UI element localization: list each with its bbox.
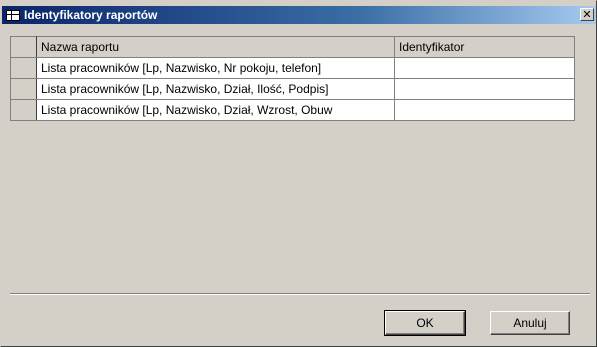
divider	[10, 293, 590, 295]
table-row: Lista pracowników [Lp, Nazwisko, Nr poko…	[10, 57, 575, 79]
table-icon	[6, 9, 20, 21]
row-selector[interactable]	[10, 99, 37, 121]
column-header-report-name[interactable]: Nazwa raportu	[36, 36, 395, 58]
title-bar[interactable]: Identyfikatory raportów ✕	[2, 6, 596, 24]
close-icon: ✕	[582, 9, 592, 21]
report-grid: Nazwa raportu Identyfikator Lista pracow…	[10, 36, 575, 121]
column-header-identifier[interactable]: Identyfikator	[394, 36, 575, 58]
report-grid-area: Nazwa raportu Identyfikator Lista pracow…	[10, 36, 590, 293]
cancel-button[interactable]: Anuluj	[490, 311, 570, 335]
table-row: Lista pracowników [Lp, Nazwisko, Dział, …	[10, 78, 575, 100]
ok-button[interactable]: OK	[384, 310, 466, 336]
report-name-cell[interactable]: Lista pracowników [Lp, Nazwisko, Nr poko…	[36, 57, 395, 79]
table-row: Lista pracowników [Lp, Nazwisko, Dział, …	[10, 99, 575, 121]
identifier-cell[interactable]	[394, 57, 575, 79]
close-button[interactable]: ✕	[580, 8, 594, 21]
report-ids-dialog: Identyfikatory raportów ✕ Nazwa raportu …	[0, 0, 597, 347]
row-selector-header[interactable]	[10, 36, 37, 58]
identifier-cell[interactable]	[394, 99, 575, 121]
window-title: Identyfikatory raportów	[24, 8, 158, 22]
grid-header-row: Nazwa raportu Identyfikator	[10, 36, 575, 58]
identifier-cell[interactable]	[394, 78, 575, 100]
row-selector[interactable]	[10, 57, 37, 79]
report-name-cell[interactable]: Lista pracowników [Lp, Nazwisko, Dział, …	[36, 78, 395, 100]
row-selector[interactable]	[10, 78, 37, 100]
report-name-cell[interactable]: Lista pracowników [Lp, Nazwisko, Dział, …	[36, 99, 395, 121]
